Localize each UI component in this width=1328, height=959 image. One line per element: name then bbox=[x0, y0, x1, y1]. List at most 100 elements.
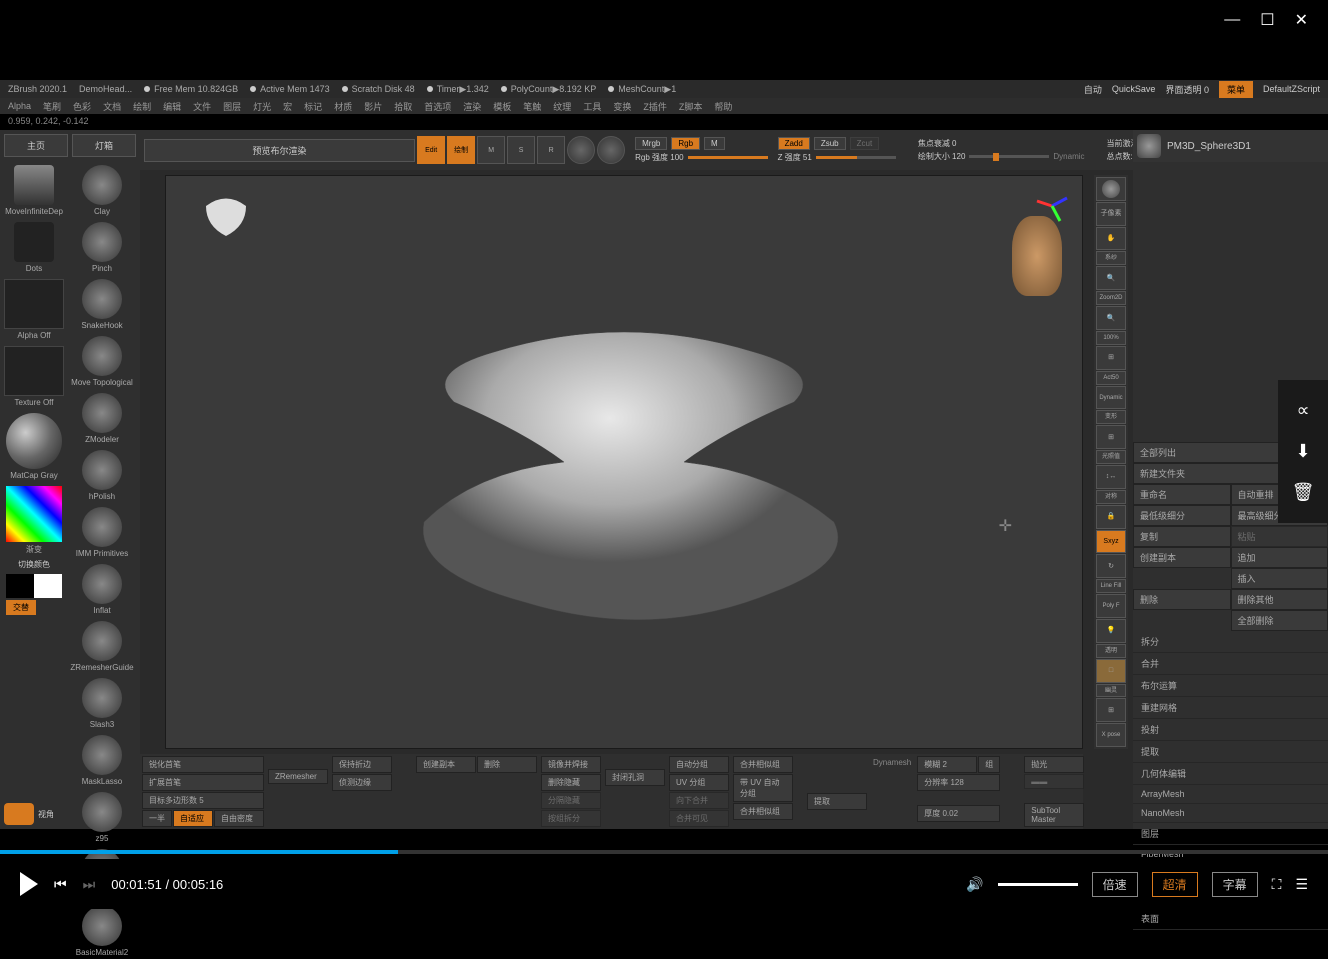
preview-bool[interactable]: 预览布尔渲染 bbox=[144, 139, 415, 162]
polyf-button[interactable]: Poly F bbox=[1096, 594, 1126, 618]
quicksave-button[interactable]: QuickSave bbox=[1112, 84, 1156, 94]
menu-movie[interactable]: 影片 bbox=[364, 100, 382, 113]
geometry-section[interactable]: 几何体编辑 bbox=[1133, 763, 1328, 785]
expand-crease[interactable]: 扩展首笔 bbox=[142, 774, 264, 791]
delete-button[interactable]: 删除 bbox=[1133, 589, 1231, 610]
polish-slider[interactable]: ▬▬ bbox=[1024, 774, 1084, 789]
append-button[interactable]: 追加 bbox=[1231, 547, 1328, 568]
xpose-button[interactable]: X pose bbox=[1096, 723, 1126, 747]
rename-button[interactable]: 重命名 bbox=[1133, 484, 1231, 505]
rgb-button[interactable]: Rgb bbox=[671, 137, 700, 150]
trash-icon[interactable]: 🗑 bbox=[1292, 482, 1315, 503]
alpha-off[interactable]: Alpha Off bbox=[0, 275, 68, 342]
lowest-button[interactable]: 最低级细分 bbox=[1133, 505, 1231, 526]
edit-mode[interactable]: Edit bbox=[417, 136, 445, 164]
default-zscript[interactable]: DefaultZScript bbox=[1263, 84, 1320, 94]
target-poly[interactable]: 目标多边形数 5 bbox=[142, 792, 264, 809]
stroke-dots[interactable]: Dots bbox=[0, 218, 68, 275]
sharp-crease[interactable]: 锐化首笔 bbox=[142, 756, 264, 773]
sculptris-tool[interactable] bbox=[597, 136, 625, 164]
blur-slider[interactable]: 模糊 2 bbox=[917, 756, 977, 773]
list-all-button[interactable]: 全部列出 bbox=[1133, 442, 1298, 463]
new-folder-button[interactable]: 新建文件夹 bbox=[1133, 463, 1298, 484]
merge-down[interactable]: 向下合并 bbox=[669, 792, 729, 809]
draw-size[interactable]: 绘制大小 120 bbox=[918, 151, 966, 162]
menu-file[interactable]: 文件 bbox=[193, 100, 211, 113]
menu-color[interactable]: 色彩 bbox=[73, 100, 91, 113]
curved-button[interactable]: 自由密度 bbox=[214, 810, 264, 827]
brush-movetopo[interactable]: Move Topological bbox=[68, 332, 136, 389]
viewport[interactable]: ✛ bbox=[165, 175, 1083, 749]
prev-button[interactable]: ⏮ bbox=[54, 876, 67, 893]
lightbox-button[interactable]: 灯箱 bbox=[72, 134, 136, 157]
floor-button[interactable]: ⊞ bbox=[1096, 425, 1126, 449]
uv-group[interactable]: UV 分组 bbox=[669, 774, 729, 791]
matcap-gray[interactable]: MatCap Gray bbox=[0, 409, 68, 482]
share-icon[interactable]: ∝ bbox=[1297, 400, 1310, 421]
focus-shift[interactable]: 焦点衰减 0 bbox=[918, 138, 957, 149]
menu-picker[interactable]: 拾取 bbox=[394, 100, 412, 113]
menu-button[interactable]: 菜单 bbox=[1219, 81, 1253, 98]
brush-move[interactable]: MoveInfiniteDep bbox=[0, 161, 68, 218]
mirror-weld[interactable]: 镜像并焊接 bbox=[541, 756, 601, 773]
brush-imm[interactable]: IMM Primitives bbox=[68, 503, 136, 560]
group-split[interactable]: 按组拆分 bbox=[541, 810, 601, 827]
menu-texture[interactable]: 纹理 bbox=[553, 100, 571, 113]
duplicate-button[interactable]: 创建副本 bbox=[1133, 547, 1231, 568]
auto-group[interactable]: 自动分组 bbox=[669, 756, 729, 773]
transp-button[interactable]: 💡 bbox=[1096, 619, 1126, 643]
project-section[interactable]: 投射 bbox=[1133, 719, 1328, 741]
sculpt-mesh[interactable] bbox=[374, 272, 874, 652]
menu-transform[interactable]: 变换 bbox=[613, 100, 631, 113]
mrgb-button[interactable]: Mrgb bbox=[635, 137, 667, 150]
detect-edge[interactable]: 侦测边缘 bbox=[332, 774, 392, 791]
brush-clay[interactable]: Clay bbox=[68, 161, 136, 218]
actual-button[interactable]: 🔍 bbox=[1096, 306, 1126, 330]
play-button[interactable] bbox=[20, 872, 38, 896]
sxyz-button[interactable]: Sxyz bbox=[1096, 530, 1126, 554]
adaptive-button[interactable]: 自适应 bbox=[173, 810, 213, 827]
zsub-button[interactable]: Zsub bbox=[814, 137, 846, 150]
volume-slider[interactable] bbox=[998, 883, 1078, 886]
next-button[interactable]: ⏭ bbox=[83, 876, 96, 893]
delete-all-button[interactable]: 全部删除 bbox=[1231, 610, 1328, 631]
home-button[interactable]: 主页 bbox=[4, 134, 68, 157]
split-section[interactable]: 拆分 bbox=[1133, 631, 1328, 653]
rotate-tool[interactable]: R bbox=[537, 136, 565, 164]
menu-render[interactable]: 渲染 bbox=[463, 100, 481, 113]
z-intensity[interactable]: Z 强度 51 bbox=[778, 152, 812, 163]
subtool-thumb[interactable] bbox=[1137, 134, 1161, 158]
basic-material[interactable]: BasicMaterial2 bbox=[68, 902, 136, 959]
close-button[interactable]: ✕ bbox=[1295, 10, 1308, 30]
video-timeline[interactable] bbox=[0, 850, 1328, 854]
menu-stroke[interactable]: 笔触 bbox=[523, 100, 541, 113]
arraymesh-section[interactable]: ArrayMesh bbox=[1133, 785, 1328, 804]
remesh-section[interactable]: 重建网格 bbox=[1133, 697, 1328, 719]
rotate-button[interactable]: ↻ bbox=[1096, 554, 1126, 578]
m-button[interactable]: M bbox=[704, 137, 725, 150]
brush-masklasso[interactable]: MaskLasso bbox=[68, 731, 136, 788]
menu-prefs[interactable]: 首选项 bbox=[424, 100, 451, 113]
menu-tool[interactable]: 工具 bbox=[583, 100, 601, 113]
solo-button[interactable]: ⊞ bbox=[1096, 698, 1126, 722]
zoom-button[interactable]: 🔍 bbox=[1096, 266, 1126, 290]
menu-light[interactable]: 灯光 bbox=[253, 100, 271, 113]
move-tool[interactable]: M bbox=[477, 136, 505, 164]
subtool-master[interactable]: SubTool Master bbox=[1024, 803, 1084, 827]
scale-tool[interactable]: S bbox=[507, 136, 535, 164]
menu-macro[interactable]: 宏 bbox=[283, 100, 292, 113]
delete-other-button[interactable]: 删除其他 bbox=[1231, 589, 1328, 610]
brush-hpolish[interactable]: hPolish bbox=[68, 446, 136, 503]
color-swatch[interactable] bbox=[6, 574, 62, 598]
color-picker[interactable]: 渐变 bbox=[0, 482, 68, 557]
local-button[interactable]: ↕↔ bbox=[1096, 465, 1126, 489]
zadd-button[interactable]: Zadd bbox=[778, 137, 810, 150]
copy-button[interactable]: 复制 bbox=[1133, 526, 1231, 547]
menu-layer[interactable]: 图层 bbox=[223, 100, 241, 113]
gizmo-tool[interactable] bbox=[567, 136, 595, 164]
merge-vis[interactable]: 合并可见 bbox=[669, 810, 729, 827]
create-copy[interactable]: 创建副本 bbox=[416, 756, 476, 773]
rgb-intensity[interactable]: Rgb 强度 100 bbox=[635, 152, 683, 163]
delete-btn[interactable]: 删除 bbox=[477, 756, 537, 773]
subpixel-button[interactable]: 子像素 bbox=[1096, 202, 1126, 226]
